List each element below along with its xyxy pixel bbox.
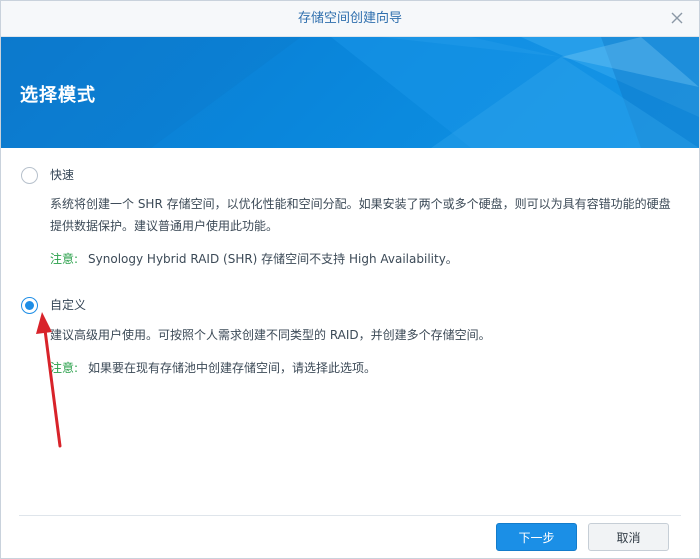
- option-quick-label[interactable]: 快速: [50, 167, 74, 184]
- radio-custom[interactable]: [21, 297, 38, 314]
- option-quick: 快速 系统将创建一个 SHR 存储空间，以优化性能和空间分配。如果安装了两个或多…: [21, 167, 681, 277]
- window-title: 存储空间创建向导: [297, 11, 402, 26]
- note-label: 注意:: [50, 361, 79, 375]
- note-label: 注意:: [50, 252, 79, 266]
- option-custom-label[interactable]: 自定义: [50, 297, 86, 314]
- header-banner: 选择模式: [1, 37, 699, 148]
- footer-divider: [19, 515, 681, 516]
- option-custom-description: 建议高级用户使用。可按照个人需求创建不同类型的 RAID，并创建多个存储空间。: [50, 328, 491, 342]
- next-button[interactable]: 下一步: [496, 523, 577, 551]
- banner-background: [1, 37, 699, 148]
- note-text: Synology Hybrid RAID (SHR) 存储空间不支持 High …: [88, 252, 458, 266]
- storage-wizard-dialog: 存储空间创建向导 选择模式 快速 系统将创建一个 SHR 存储空间，以优化性能和…: [0, 0, 700, 559]
- radio-quick[interactable]: [21, 167, 38, 184]
- option-quick-description: 系统将创建一个 SHR 存储空间，以优化性能和空间分配。如果安装了两个或多个硬盘…: [50, 197, 671, 233]
- option-custom-note: 注意: 如果要在现有存储池中创建存储空间，请选择此选项。: [50, 359, 680, 377]
- option-custom: 自定义 建议高级用户使用。可按照个人需求创建不同类型的 RAID，并创建多个存储…: [21, 297, 681, 387]
- note-text: 如果要在现有存储池中创建存储空间，请选择此选项。: [88, 361, 377, 375]
- option-quick-note: 注意: Synology Hybrid RAID (SHR) 存储空间不支持 Hi…: [50, 250, 680, 268]
- page-heading: 选择模式: [20, 85, 96, 106]
- cancel-button[interactable]: 取消: [588, 523, 669, 551]
- title-bar: 存储空间创建向导: [1, 1, 699, 37]
- close-icon: [671, 12, 683, 24]
- close-button[interactable]: [669, 10, 685, 26]
